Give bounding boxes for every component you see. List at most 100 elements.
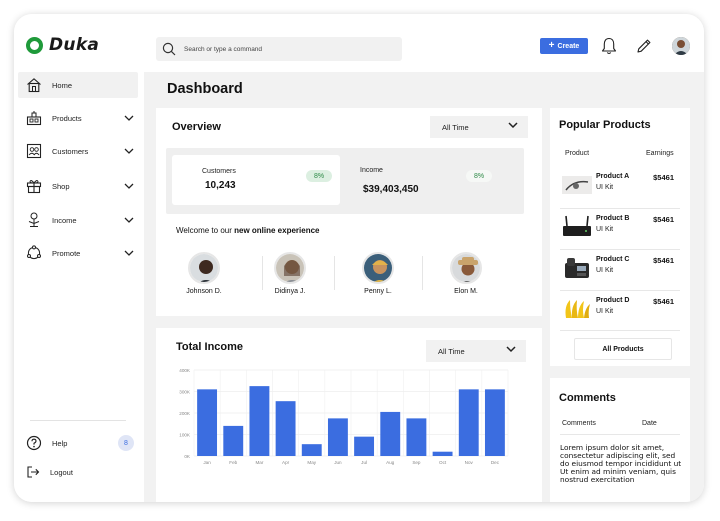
product-earnings: $5461 [653,256,674,265]
sidebar-item-home[interactable]: Home [18,72,138,98]
x-tick-label: Apr [282,460,290,465]
notifications-button[interactable] [599,36,619,56]
all-products-button[interactable]: All Products [574,338,672,360]
team-member[interactable]: Johnson D. [174,252,234,295]
logout-icon [27,466,40,478]
app-window: Duka Search or type a command + Create H… [14,14,704,502]
search-icon [162,42,176,56]
earnings-column-header: Earnings [646,150,674,157]
product-row[interactable]: Product D UI Kit $5461 [560,292,680,328]
product-image [563,215,591,236]
chevron-down-icon[interactable] [122,183,136,189]
sidebar-item-help[interactable]: Help 8 [18,430,138,456]
products-icon [26,111,42,126]
logo[interactable]: Duka [26,35,99,55]
chevron-down-icon[interactable] [122,115,136,121]
team-member[interactable]: Didinya J. [260,252,320,295]
divider [560,249,680,250]
product-row[interactable]: Product B UI Kit $5461 [560,210,680,246]
customers-icon [26,143,42,159]
divider [334,256,335,290]
sidebar-item-customers[interactable]: Customers [18,138,138,164]
overview-filter-value: All Time [442,122,469,132]
create-button[interactable]: + Create [540,38,588,54]
member-name: Penny L. [364,288,392,295]
sidebar-item-label: Promote [52,248,81,258]
chart-bar [354,436,375,456]
avatar [362,252,394,284]
avatar [188,252,220,284]
y-tick-label: 200K [179,411,191,416]
stats-panel: Customers 10,243 8% Income $39,403,450 8… [166,148,524,214]
chevron-down-icon[interactable] [122,148,136,154]
product-earnings: $5461 [653,173,674,182]
welcome-message: Welcome to our new online experience [176,226,319,235]
team-member[interactable]: Penny L. [348,252,408,295]
customers-stat[interactable]: Customers 10,243 8% [172,155,340,205]
product-name: Product A [596,173,630,180]
avatar [274,252,306,284]
sidebar-item-income[interactable]: Income [18,207,138,233]
popular-products-card: Popular Products Product Earnings Produc… [550,108,690,366]
edit-button[interactable] [634,36,654,56]
sidebar-item-label: Income [52,215,77,225]
x-tick-label: Jan [203,460,211,465]
y-tick-label: 100K [179,433,191,438]
divider [560,330,680,331]
x-tick-label: Sep [412,460,421,465]
gift-icon [26,180,42,194]
chart-bar [406,418,427,456]
top-bar: Duka Search or type a command + Create [14,14,704,72]
sidebar-item-products[interactable]: Products [18,105,138,131]
overview-filter-dropdown[interactable]: All Time [430,116,528,138]
chevron-down-icon[interactable] [122,217,136,223]
product-row[interactable]: Product A UI Kit $5461 [560,168,680,204]
y-tick-label: 300K [179,390,191,395]
member-name: Elon M. [454,288,478,295]
sidebar-item-label: Customers [52,146,89,156]
x-tick-label: Feb [229,460,237,465]
income-change-badge: 8% [466,170,492,182]
income-value: $39,403,450 [363,184,419,195]
y-tick-label: 0K [184,454,191,459]
product-row[interactable]: Product C UI Kit $5461 [560,251,680,287]
x-tick-label: Jul [361,460,367,465]
comments-title: Comments [559,392,616,404]
chart-bar [458,389,479,456]
team-member[interactable]: Elon M. [436,252,496,295]
main-content: Dashboard Overview All Time Customers 10… [144,72,704,502]
chart-bar [223,425,244,456]
plus-icon: + [548,40,555,51]
product-image [565,258,589,278]
user-avatar[interactable] [672,37,690,55]
chevron-down-icon[interactable] [122,250,136,256]
sidebar-item-shop[interactable]: Shop [18,173,138,199]
product-name: Product D [596,297,630,304]
date-column-header: Date [642,420,657,427]
page-title: Dashboard [167,81,243,97]
x-tick-label: Mar [255,460,263,465]
search-input[interactable]: Search or type a command [184,46,262,53]
chart-bar [432,451,453,456]
divider [422,256,423,290]
help-icon [26,435,42,451]
search-bar[interactable]: Search or type a command [156,37,402,61]
x-tick-label: Dec [491,460,500,465]
x-tick-label: Aug [386,460,395,465]
chart-bar [484,389,505,456]
promote-icon [27,245,41,260]
income-label: Income [360,167,383,174]
chevron-down-icon [508,122,518,129]
popular-title: Popular Products [559,119,651,131]
y-tick-label: 400K [179,368,191,373]
product-image [565,300,590,318]
overview-card: Overview All Time Customers 10,243 8% In… [156,108,542,316]
customers-label: Customers [202,168,236,175]
income-filter-dropdown[interactable]: All Time [426,340,526,362]
sidebar-divider [30,420,126,421]
chart-bar [275,401,296,456]
sidebar-item-logout[interactable]: Logout [18,459,138,485]
sidebar-item-promote[interactable]: Promote [18,240,138,266]
member-name: Didinya J. [274,288,306,295]
x-tick-label: Oct [439,460,447,465]
